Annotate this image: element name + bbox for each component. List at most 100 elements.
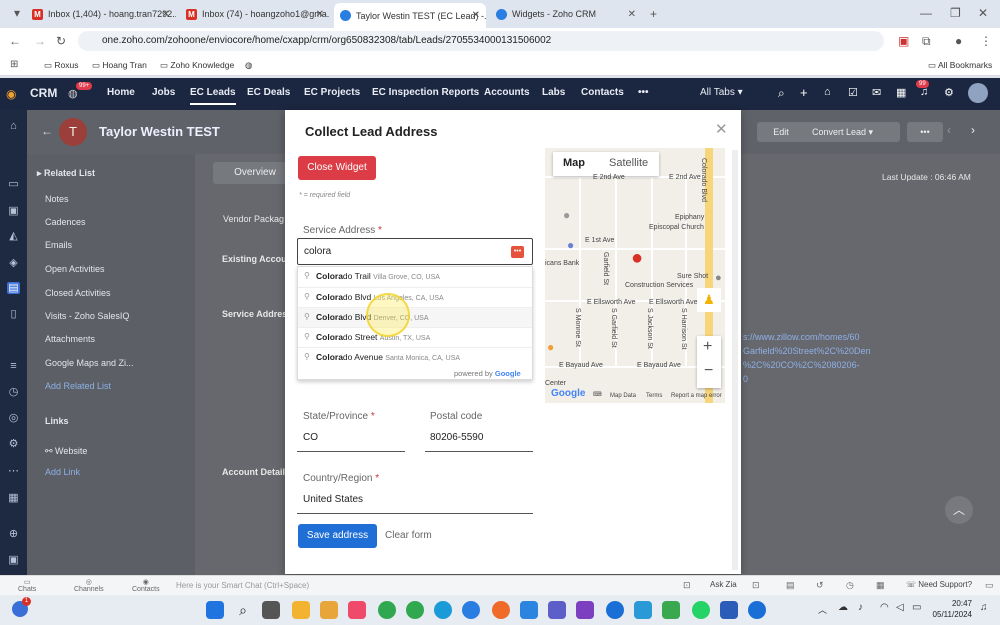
browser-tab-gmail-2[interactable]: M Inbox (74) - hoangzoho1@gma... ✕ <box>180 4 330 24</box>
nav-jobs[interactable]: Jobs <box>152 87 175 98</box>
related-item-google-maps[interactable]: Google Maps and Zi... <box>45 358 134 368</box>
zillow-link-line[interactable]: s://www.zillow.com/homes/60 <box>743 332 860 342</box>
home-icon[interactable]: ⌂ <box>7 120 20 132</box>
related-item-attachments[interactable]: Attachments <box>45 334 95 344</box>
tool-icon[interactable]: ▤ <box>786 580 795 591</box>
app-icon[interactable] <box>662 601 680 619</box>
tool-icon[interactable]: ▭ <box>985 580 994 591</box>
related-item-notes[interactable]: Notes <box>45 194 69 204</box>
app-icon[interactable] <box>320 601 338 619</box>
terminal-icon[interactable]: ▣ <box>7 554 20 566</box>
mail-icon[interactable]: ✉ <box>872 86 881 99</box>
edge-icon[interactable] <box>434 601 452 619</box>
back-arrow-icon[interactable]: ← <box>41 124 53 138</box>
word-icon[interactable] <box>720 601 738 619</box>
add-link[interactable]: Add Link <box>45 467 80 477</box>
list-icon[interactable]: ≡ <box>7 360 20 372</box>
related-item-open-activities[interactable]: Open Activities <box>45 264 105 274</box>
nav-labs[interactable]: Labs <box>542 87 565 98</box>
window-close-icon[interactable]: ✕ <box>978 7 988 19</box>
app-icon[interactable] <box>462 601 480 619</box>
channels-item[interactable]: ◎ Channels <box>74 578 104 593</box>
mic-icon[interactable]: ♪ <box>858 602 863 613</box>
suggestion-item[interactable]: ⚲ Colorado Street Austin, TX, USA <box>298 327 532 347</box>
cloud-icon[interactable]: ☁ <box>838 602 848 613</box>
browser-tab-gmail-1[interactable]: M Inbox (1,404) - hoang.tran7292... ✕ <box>26 4 176 24</box>
clock-date[interactable]: 05/11/2024 <box>930 610 972 619</box>
country-input[interactable]: United States <box>303 494 363 505</box>
new-tab-icon[interactable]: + <box>650 8 657 20</box>
autofill-icon[interactable]: ••• <box>511 246 524 258</box>
zillow-link-line[interactable]: 0 <box>743 374 748 384</box>
more-icon[interactable]: ⋯ <box>7 465 20 477</box>
suggestion-item[interactable]: ⚲ Colorado Blvd Los Angeles, CA, USA <box>298 287 532 307</box>
related-item-cadences[interactable]: Cadences <box>45 217 86 227</box>
chevron-up-icon[interactable]: ︿ <box>818 603 827 616</box>
analytics-icon[interactable]: ◭ <box>7 230 20 242</box>
nav-ec-deals[interactable]: EC Deals <box>247 87 290 98</box>
modules-icon[interactable]: ▤ <box>7 282 20 294</box>
modal-scrollbar[interactable] <box>732 150 738 570</box>
tool-icon[interactable]: ⊡ <box>752 580 760 591</box>
convert-lead-button[interactable]: Convert Lead ▾ <box>800 122 900 142</box>
browser-tab-crm-lead[interactable]: Taylor Westin TEST (EC Lead) -... ✕ <box>334 3 486 28</box>
suggestion-item[interactable]: ⚲ Colorado Trail Villa Grove, CO, USA <box>298 267 532 287</box>
document-icon[interactable]: ▯ <box>7 308 20 320</box>
music-app-icon[interactable] <box>348 601 366 619</box>
wifi-icon[interactable]: ◠ <box>880 602 889 613</box>
related-item-emails[interactable]: Emails <box>45 240 72 250</box>
chat-icon[interactable]: ▭ <box>7 178 20 190</box>
add-icon[interactable]: + <box>800 85 808 100</box>
zillow-link-line[interactable]: %2C%20CO%2C%2080206- <box>743 360 860 370</box>
pegman-icon[interactable]: ♟ <box>697 288 721 312</box>
zia-icon[interactable]: ⊡ <box>683 580 691 591</box>
close-icon[interactable]: ✕ <box>628 9 636 20</box>
add-related-list-link[interactable]: Add Related List <box>45 381 111 391</box>
search-icon[interactable]: ⌕ <box>778 86 785 101</box>
clock-icon[interactable]: ◷ <box>7 386 20 398</box>
forward-icon[interactable]: → <box>34 35 46 47</box>
windows-start-icon[interactable] <box>206 601 224 619</box>
suggestion-item[interactable]: ⚲ Colorado Blvd Denver, CO, USA <box>298 307 532 327</box>
file-explorer-icon[interactable] <box>292 601 310 619</box>
chats-item[interactable]: ▭ Chats <box>18 578 36 593</box>
zillow-link-line[interactable]: Garfield%20Street%2C%20Den <box>743 346 871 356</box>
bell-icon[interactable]: ♫ <box>980 602 988 613</box>
smart-chat-input[interactable]: Here is your Smart Chat (Ctrl+Space) <box>176 581 309 590</box>
minimize-icon[interactable]: — <box>920 7 932 19</box>
ask-zia-button[interactable]: Ask Zia <box>710 580 737 589</box>
dial-icon[interactable]: ◎ <box>7 412 20 424</box>
vscode-icon[interactable] <box>520 601 538 619</box>
related-item-closed-activities[interactable]: Closed Activities <box>45 288 111 298</box>
nav-more[interactable]: ••• <box>638 87 649 98</box>
zoom-in-icon[interactable]: + <box>703 338 712 356</box>
map-pin-icon[interactable]: ● <box>631 248 643 268</box>
website-link[interactable]: ⚯ Website <box>45 446 87 457</box>
keyboard-icon[interactable]: ⌨ <box>593 391 602 398</box>
marketplace-icon[interactable]: ⌂ <box>824 86 831 98</box>
service-address-input[interactable]: colora ••• <box>297 238 533 265</box>
close-icon[interactable]: ✕ <box>316 9 324 20</box>
dashboard-icon[interactable]: ▦ <box>7 492 20 504</box>
tool-icon[interactable]: ▦ <box>876 580 885 591</box>
terms-link[interactable]: Terms <box>646 393 662 399</box>
globe-icon[interactable]: ◍ <box>68 87 78 100</box>
nav-ec-inspection-reports[interactable]: EC Inspection Reports <box>372 87 479 98</box>
menu-icon[interactable]: ⋮ <box>980 35 992 47</box>
chrome-icon[interactable] <box>406 601 424 619</box>
user-avatar[interactable] <box>968 83 988 103</box>
modal-close-icon[interactable]: ✕ <box>715 120 728 138</box>
map-tab[interactable]: Map <box>563 157 585 169</box>
task-view-icon[interactable] <box>262 601 280 619</box>
bookmark-hoang-tran[interactable]: ▭ Hoang Tran <box>92 60 147 71</box>
apps-icon[interactable]: ⊞ <box>10 59 18 71</box>
profile-icon[interactable]: ● <box>955 35 962 47</box>
cases-icon[interactable]: ◈ <box>7 257 20 269</box>
postal-input[interactable]: 80206-5590 <box>430 432 483 443</box>
url-input[interactable]: one.zoho.com/zohoone/enviocore/home/cxap… <box>78 31 884 51</box>
gear-icon[interactable]: ⚙ <box>7 438 20 450</box>
report-map-error-link[interactable]: Report a map error <box>671 393 722 399</box>
satellite-tab[interactable]: Satellite <box>609 157 648 169</box>
clock-time[interactable]: 20:47 <box>930 599 972 608</box>
close-icon[interactable]: ✕ <box>162 9 170 20</box>
